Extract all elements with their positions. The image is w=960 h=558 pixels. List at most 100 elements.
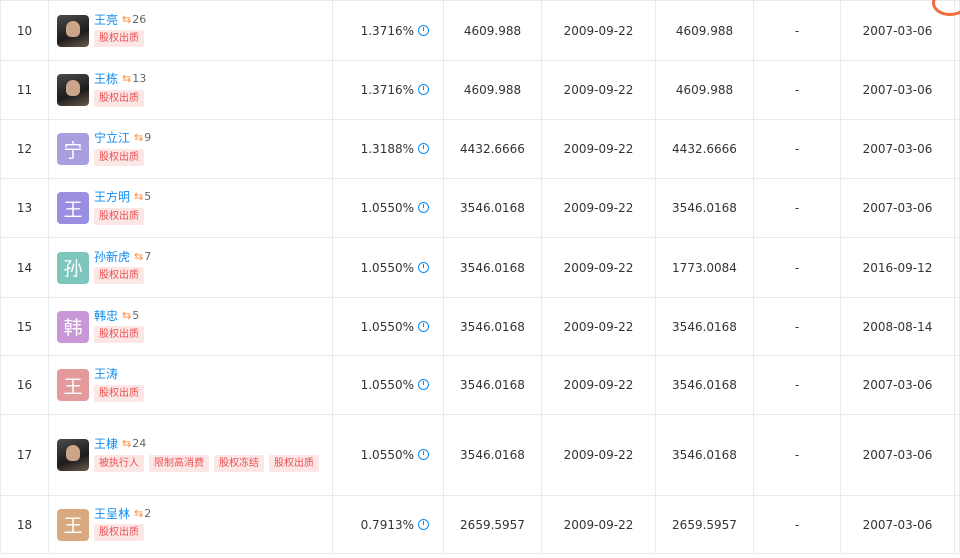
subscribed-date: 2009-09-22 [563,517,634,532]
pie-chart-icon[interactable] [418,379,429,390]
subscribed-amount: 2659.5957 [460,517,525,532]
related-count[interactable]: 2 [144,507,151,520]
shareholder-name-link[interactable]: 王方明 [94,188,130,205]
share-ratio-cell: 1.0550% [332,414,444,496]
subscribed-amount: 3546.0168 [460,319,525,334]
pie-chart-icon[interactable] [418,24,429,36]
subscribed-amount-cell: 4609.988 [443,60,542,120]
paid-date-cell: 2016-09-12 [840,237,955,298]
paid-method-cell: - [753,178,841,238]
related-count[interactable]: 5 [132,309,139,322]
risk-tag[interactable]: 股权出质 [269,454,319,472]
share-ratio-cell: 1.3716% [332,0,444,61]
row-index-text: 11 [16,83,33,97]
subscribed-date-cell: 2009-09-22 [541,119,656,179]
shareholder-name-link[interactable]: 王呈林 [94,505,130,522]
risk-tag[interactable]: 股权出质 [94,89,144,107]
subscribed-amount-cell: 3546.0168 [443,237,542,298]
avatar[interactable]: 孙 [57,251,89,284]
subscribed-date: 2009-09-22 [563,23,634,38]
avatar-photo[interactable] [57,14,89,47]
subscribed-amount-cell: 3546.0168 [443,297,542,356]
paid-amount-cell: 2659.5957 [655,495,754,554]
related-count[interactable]: 13 [132,72,146,85]
avatar[interactable]: 王 [57,508,89,541]
risk-tags: 股权出质 [94,207,151,228]
paid-date: 2016-09-12 [862,260,933,275]
paid-amount: 4432.6666 [672,142,737,156]
shareholder-name-link[interactable]: 王栋 [94,70,118,87]
avatar[interactable]: 韩 [57,310,89,343]
shareholder-name-link[interactable]: 王涛 [94,365,118,382]
pie-chart-icon[interactable] [418,261,429,273]
risk-tag[interactable]: 股权出质 [94,326,144,343]
risk-tag[interactable]: 限制高消费 [149,454,209,472]
risk-tags: 股权出质 [94,384,149,405]
shareholder-name-link[interactable]: 王亮 [94,11,118,28]
shareholder-name-link[interactable]: 宁立江 [94,129,130,146]
related-count[interactable]: 5 [144,190,151,203]
risk-tag[interactable]: 股权出质 [94,384,144,402]
risk-tag[interactable]: 被执行人 [94,454,144,472]
paid-date-cell: 2007-03-06 [840,414,955,496]
share-ratio: 1.3188% [360,142,414,156]
subscribed-date-cell: 2009-09-22 [541,414,656,496]
paid-date: 2007-03-06 [862,142,933,156]
paid-method-cell: - [753,355,841,415]
subscribed-date: 2009-09-22 [563,260,634,275]
risk-tag[interactable]: 股权出质 [94,30,144,47]
share-ratio-cell: 1.3716% [332,60,444,120]
related-count[interactable]: 7 [144,250,151,263]
avatar[interactable]: 王 [57,192,89,224]
related-count[interactable]: 24 [132,437,146,450]
avatar-initial: 宁 [63,139,83,162]
paid-method: - [794,83,800,97]
avatar-photo[interactable] [57,439,89,471]
paid-date-cell: 2007-03-06 [840,355,955,415]
table-row: 17 王棣 ⇆ 24 被执行人 限制高消费 股权冻结 股权出质 1.0550% 354… [0,414,960,496]
shareholder-name-link[interactable]: 王棣 [94,435,118,452]
shareholder-table: 10 王亮 ⇆ 26 股权出质 1.3716% 4609.988 2009-09… [0,0,960,554]
shareholder-cell: 韩 韩忠 ⇆ 5 股权出质 [48,297,333,356]
shareholder-name-link[interactable]: 孙新虎 [94,248,130,265]
pie-chart-icon[interactable] [418,84,429,95]
paid-amount: 3546.0168 [672,378,737,392]
risk-tag[interactable]: 股权出质 [94,148,144,166]
pie-chart-icon[interactable] [418,518,429,530]
row-index-text: 14 [16,260,33,275]
risk-tag[interactable]: 股权出质 [94,207,144,225]
risk-tag[interactable]: 股权冻结 [214,454,264,472]
paid-amount-cell: 4609.988 [655,60,754,120]
pie-chart-icon[interactable] [418,202,429,213]
risk-tag[interactable]: 股权出质 [94,267,144,284]
paid-amount: 3546.0168 [672,319,737,334]
related-count[interactable]: 9 [144,131,151,144]
related-count[interactable]: 26 [132,13,146,26]
subscribed-amount: 3546.0168 [460,201,525,215]
shareholder-cell: 王栋 ⇆ 13 股权出质 [48,60,333,120]
subscribed-amount: 3546.0168 [460,378,525,392]
avatar[interactable]: 宁 [57,133,89,165]
subscribed-date-cell: 2009-09-22 [541,297,656,356]
table-row: 13 王 王方明 ⇆ 5 股权出质 1.0550% 3546.0168 2009… [0,178,960,238]
share-ratio: 0.7913% [360,517,414,532]
avatar-initial: 王 [63,198,83,221]
avatar[interactable]: 王 [57,369,89,401]
risk-tag[interactable]: 股权出质 [94,524,144,541]
avatar-initial: 韩 [63,317,83,339]
shareholder-cell: 王亮 ⇆ 26 股权出质 [48,0,333,61]
paid-method: - [794,319,800,334]
avatar-photo[interactable] [57,74,89,106]
paid-method: - [794,23,800,38]
pie-chart-icon[interactable] [418,449,429,460]
pie-chart-icon[interactable] [418,320,429,332]
row-index-text: 18 [16,517,33,532]
pie-chart-icon[interactable] [418,143,429,154]
subscribed-amount-cell: 3546.0168 [443,355,542,415]
shareholder-name-link[interactable]: 韩忠 [94,307,118,324]
row-index-text: 15 [16,319,33,334]
subscribed-amount-cell: 3546.0168 [443,178,542,238]
table-row: 15 韩 韩忠 ⇆ 5 股权出质 1.0550% 3546.0168 2009-… [0,297,960,356]
paid-method-cell: - [753,495,841,554]
share-ratio-cell: 1.0550% [332,237,444,298]
